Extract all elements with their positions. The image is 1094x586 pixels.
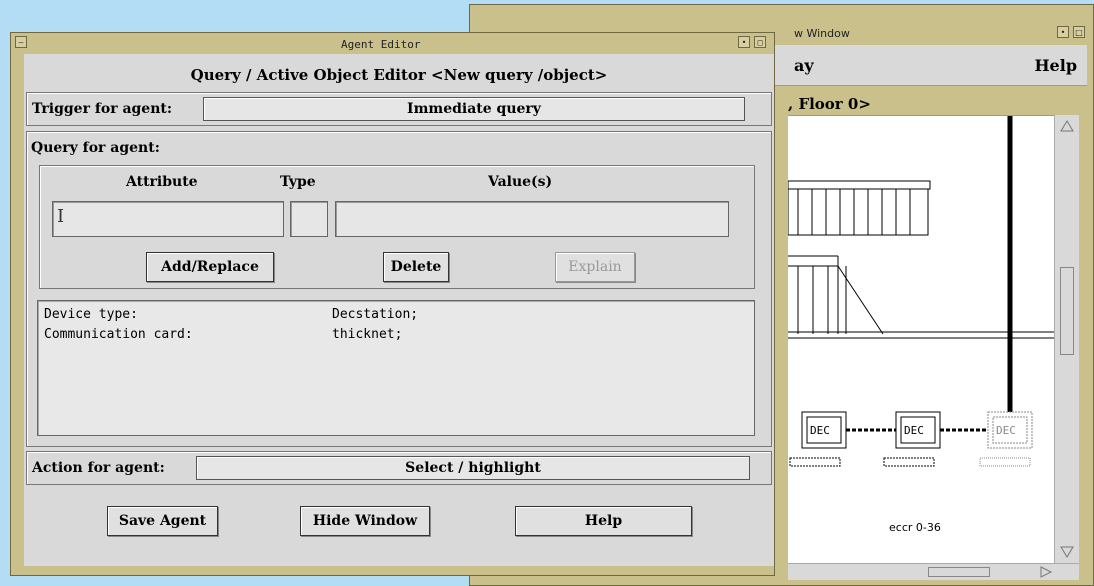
text-cursor-icon: I: [57, 206, 65, 227]
scroll-up-icon: [1060, 120, 1074, 132]
values-column-header: Value(s): [488, 174, 553, 190]
list-item-attribute: Device type:: [44, 307, 138, 322]
type-input[interactable]: [290, 201, 328, 237]
view-window-title: w Window: [794, 27, 850, 40]
bench-top: [787, 180, 931, 190]
device-caption: eccr 0-36: [889, 521, 941, 534]
type-column-header: Type: [280, 174, 316, 190]
list-item-value: Decstation;: [332, 307, 419, 322]
menu-help[interactable]: Help: [1034, 56, 1077, 75]
dec-label: DEC: [904, 424, 924, 437]
agent-editor-body: Query / Active Object Editor <New query …: [24, 54, 774, 566]
query-section: Query for agent: Attribute Type Value(s)…: [26, 131, 772, 447]
query-label: Query for agent:: [31, 140, 160, 156]
scroll-down-icon: [1060, 546, 1074, 558]
editor-heading: Query / Active Object Editor <New query …: [190, 66, 608, 84]
list-item[interactable]: Communication card: thicknet;: [44, 327, 402, 342]
maximize-icon[interactable]: □: [754, 36, 766, 48]
agent-editor-window: — Agent Editor • □ Query / Active Object…: [10, 32, 775, 576]
query-list[interactable]: Device type: Decstation; Communication c…: [37, 300, 755, 436]
bench-body: [787, 188, 929, 236]
help-button[interactable]: Help: [515, 506, 692, 536]
hide-window-button[interactable]: Hide Window: [300, 506, 430, 536]
stair-section: [788, 255, 884, 335]
dec-device: DEC: [789, 411, 847, 467]
horizontal-scroll-thumb[interactable]: [928, 567, 990, 577]
query-editor-box: Attribute Type Value(s) I Add/Replace De…: [39, 165, 755, 289]
dec-device-highlighted: DEC: [979, 411, 1033, 467]
minimize-icon[interactable]: •: [738, 36, 750, 48]
maximize-icon[interactable]: □: [1073, 26, 1085, 38]
trigger-section: Trigger for agent: Immediate query: [26, 92, 772, 126]
minimize-icon[interactable]: •: [1057, 26, 1069, 38]
floor-plan-drawing: DEC DEC DEC: [787, 116, 1054, 467]
list-item-value: thicknet;: [332, 327, 403, 342]
location-label: , Floor 0>: [788, 95, 871, 113]
horizontal-scrollbar[interactable]: [788, 563, 1079, 580]
trigger-field[interactable]: Immediate query: [203, 97, 745, 121]
menu-display[interactable]: ay: [794, 56, 814, 75]
attribute-column-header: Attribute: [126, 174, 198, 190]
window-menu-icon[interactable]: —: [15, 36, 27, 48]
agent-editor-title: Agent Editor: [341, 38, 421, 51]
add-replace-button[interactable]: Add/Replace: [146, 252, 274, 282]
list-item[interactable]: Device type: Decstation;: [44, 307, 418, 322]
dec-label: DEC: [810, 424, 830, 437]
dec-label: DEC: [996, 424, 1016, 437]
action-section: Action for agent: Select / highlight: [26, 451, 772, 485]
list-item-attribute: Communication card:: [44, 327, 193, 342]
trigger-label: Trigger for agent:: [32, 101, 173, 117]
delete-button[interactable]: Delete: [383, 252, 449, 282]
vertical-scroll-thumb[interactable]: [1060, 267, 1074, 355]
attribute-input[interactable]: I: [52, 201, 284, 237]
scroll-right-icon: [1040, 566, 1053, 578]
action-label: Action for agent:: [32, 460, 165, 476]
floor-plan-canvas[interactable]: DEC DEC DEC eccr 0-36: [787, 115, 1054, 564]
vertical-scrollbar[interactable]: [1054, 115, 1079, 563]
agent-editor-titlebar[interactable]: — Agent Editor • □: [15, 35, 768, 52]
save-agent-button[interactable]: Save Agent: [107, 506, 218, 536]
dec-device: DEC: [883, 411, 941, 467]
action-field[interactable]: Select / highlight: [196, 456, 750, 480]
values-input[interactable]: [335, 201, 729, 237]
explain-button[interactable]: Explain: [555, 252, 635, 282]
